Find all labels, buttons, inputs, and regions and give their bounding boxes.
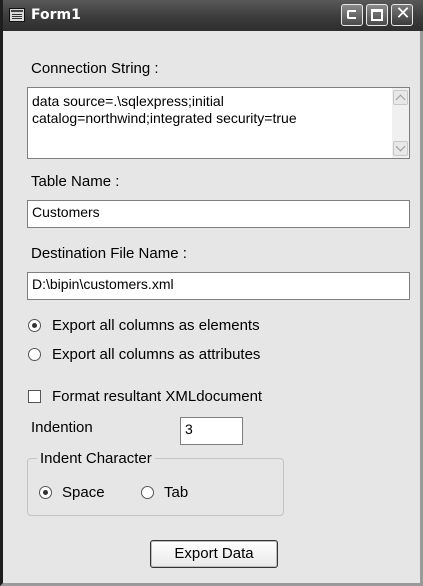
destination-file-field[interactable]: D:\bipin\customers.xml <box>27 272 410 300</box>
close-button[interactable]: ✕ <box>391 4 413 26</box>
indent-tab-radio[interactable] <box>141 486 154 499</box>
close-icon: ✕ <box>395 3 411 24</box>
format-xml-checkbox[interactable] <box>28 390 41 403</box>
export-elements-radio[interactable] <box>28 319 41 332</box>
indention-field[interactable]: 3 <box>180 417 243 445</box>
window-title: Form1 <box>31 7 81 23</box>
format-xml-label[interactable]: Format resultant XMLdocument <box>52 388 262 405</box>
connection-string-field[interactable]: data source=.\sqlexpress;initial catalog… <box>27 87 410 159</box>
table-name-label: Table Name : <box>31 173 120 190</box>
destination-file-label: Destination File Name : <box>31 245 187 262</box>
connection-string-value: data source=.\sqlexpress;initial catalog… <box>32 93 297 126</box>
table-name-field[interactable]: Customers <box>27 200 410 228</box>
export-attributes-label[interactable]: Export all columns as attributes <box>52 346 260 363</box>
minimize-button[interactable] <box>341 4 363 26</box>
form-icon <box>9 8 25 22</box>
indention-label: Indention <box>31 419 93 436</box>
scroll-down-icon[interactable] <box>393 141 408 156</box>
indent-space-label[interactable]: Space <box>62 484 105 501</box>
export-elements-label[interactable]: Export all columns as elements <box>52 317 260 334</box>
indent-character-legend: Indent Character <box>37 451 155 466</box>
export-attributes-radio[interactable] <box>28 348 41 361</box>
maximize-button[interactable] <box>366 4 388 26</box>
indent-tab-label[interactable]: Tab <box>164 484 188 501</box>
title-bar[interactable]: Form1 ✕ <box>3 0 423 31</box>
scroll-up-icon[interactable] <box>393 90 408 105</box>
maximize-icon <box>371 9 383 21</box>
connection-string-label: Connection String : <box>31 60 159 77</box>
minimize-icon <box>347 10 356 19</box>
connection-string-scrollbar[interactable] <box>392 88 409 158</box>
export-data-button[interactable]: Export Data <box>150 540 278 568</box>
indent-space-radio[interactable] <box>39 486 52 499</box>
